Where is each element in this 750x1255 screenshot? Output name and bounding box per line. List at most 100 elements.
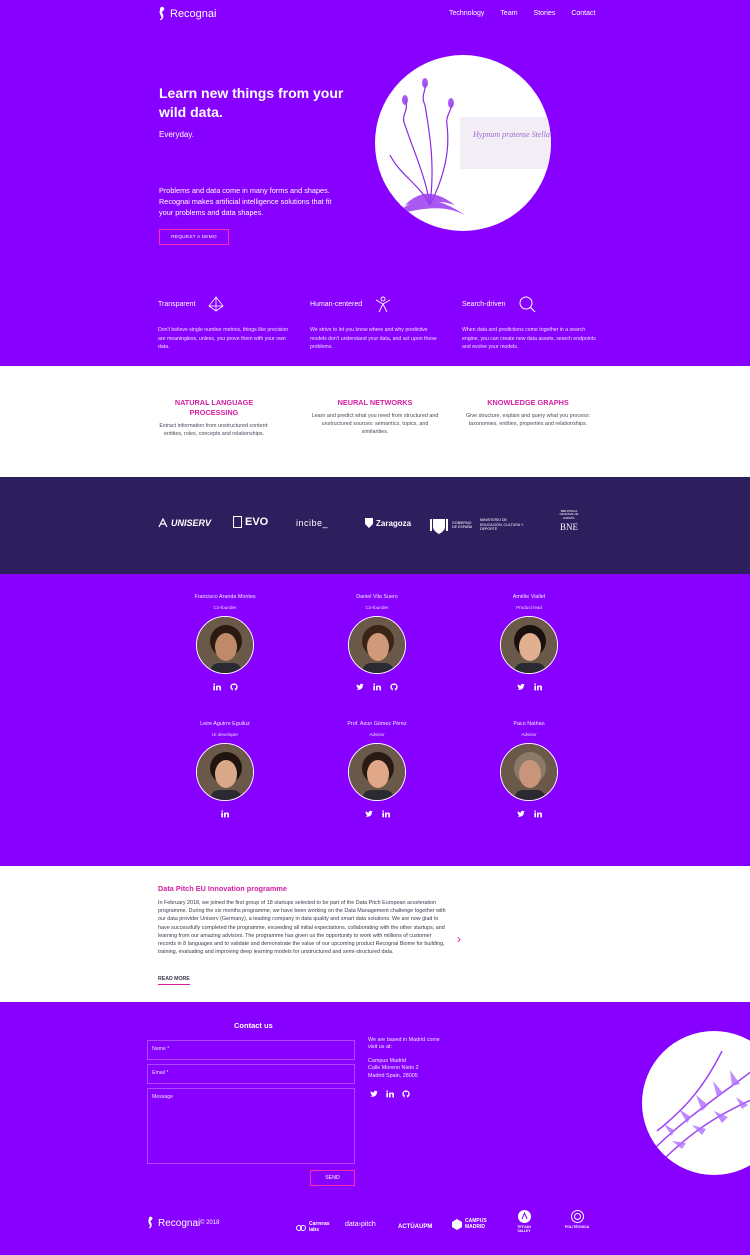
email-field[interactable]: Email * <box>147 1064 355 1084</box>
sponsor-actuaupm[interactable]: ACTÚAUPM <box>398 1224 432 1230</box>
feature-text: When data and predictions come together … <box>462 327 596 350</box>
member-name: Daniel Vila Suero <box>356 594 398 600</box>
uniserv-logo-icon <box>158 518 168 528</box>
zaragoza-shield-icon <box>365 518 373 528</box>
feature-text: Don't believe single number metrics, thi… <box>158 327 289 350</box>
copyright: © 2018 <box>200 1220 220 1226</box>
tech-nlp: NATURAL LANGUAGE PROCESSING Extract info… <box>150 398 278 438</box>
member-role: Advisor <box>369 732 385 737</box>
member-name: Leire Aguirre Eguiluz <box>200 721 250 727</box>
tech-title: NEURAL NETWORKS <box>337 398 413 407</box>
search-icon <box>519 296 536 313</box>
sponsor-campus-madrid[interactable]: CAMPUS MADRID <box>452 1218 495 1231</box>
feature-title: Human-centered <box>310 300 363 308</box>
member-role: Advisor <box>521 732 537 737</box>
send-button[interactable]: SEND <box>310 1170 355 1186</box>
next-arrow-icon[interactable]: › <box>457 932 461 946</box>
news-title[interactable]: Data Pitch EU Innovation programme <box>158 884 287 893</box>
avatar <box>348 743 406 801</box>
evo-logo-icon <box>233 516 242 528</box>
member-name: Paco Nathan <box>513 721 545 727</box>
politecnica-seal-icon <box>570 1210 584 1223</box>
twitter-icon[interactable] <box>516 683 525 691</box>
member-name: Amélie Viallet <box>512 594 546 600</box>
nav-technology[interactable]: Technology <box>449 10 484 17</box>
member-socials <box>312 682 442 692</box>
nav-team[interactable]: Team <box>500 10 517 17</box>
name-field[interactable]: Name * <box>147 1040 355 1060</box>
feature-title: Transparent <box>158 300 196 308</box>
github-icon[interactable] <box>229 683 238 691</box>
avatar <box>500 616 558 674</box>
hero-title: Learn new things from your wild data. <box>159 85 344 120</box>
tech-title: KNOWLEDGE GRAPHS <box>487 398 569 407</box>
tech-neural-networks: NEURAL NETWORKS Learn and predict what y… <box>311 398 439 437</box>
member-socials <box>464 809 594 819</box>
footer-brand[interactable]: Recognai <box>147 1216 200 1230</box>
sponsor-carreras[interactable]: Carreras labs <box>296 1221 333 1233</box>
partner-bne[interactable]: BIBLIOTECA NACIONAL DE ESPAÑA BNE <box>555 509 583 532</box>
news-text: In February 2018, we joined the first gr… <box>158 900 446 956</box>
partner-incibe[interactable]: incibe_ <box>296 518 328 528</box>
member-role: Co-founder <box>365 605 389 610</box>
twitter-icon[interactable] <box>516 810 525 818</box>
linkedin-icon[interactable] <box>221 810 229 818</box>
sponsor-tetuan-valley[interactable]: TETUAN VALLEY <box>514 1210 534 1233</box>
address-line: Calle Moreno Nieto 2 <box>368 1065 419 1072</box>
linkedin-icon[interactable] <box>386 1090 394 1098</box>
github-icon[interactable] <box>402 1090 410 1098</box>
address-intro: We are based in Madrid come visit us at: <box>368 1037 440 1051</box>
sponsor-politecnica[interactable]: POLITÉCNICA <box>562 1210 592 1229</box>
read-more-link[interactable]: READ MORE <box>158 976 190 985</box>
sponsor-datapitch[interactable]: data›pitch <box>345 1221 376 1228</box>
feature-title: Search-driven <box>462 300 506 308</box>
avatar <box>500 743 558 801</box>
twitter-icon[interactable] <box>356 683 364 691</box>
partner-ministerio[interactable]: GOBIERNO DE ESPAÑA MINISTERIO DE EDUCACI… <box>430 515 528 535</box>
feature-human-centered: Human-centered We strive to let you know… <box>310 294 445 352</box>
twitter-icon[interactable] <box>370 1090 378 1098</box>
hero-subtitle: Everyday. <box>159 130 194 139</box>
team-member: Paco Nathan Advisor <box>464 721 594 819</box>
partner-evo[interactable]: EVO <box>233 516 268 528</box>
campus-hex-icon <box>452 1219 462 1231</box>
avatar <box>196 616 254 674</box>
linkedin-icon[interactable] <box>533 683 542 691</box>
tech-text: Learn and predict what you need from str… <box>311 413 439 436</box>
request-demo-button[interactable]: REQUEST A DEMO <box>159 229 229 245</box>
linkedin-icon[interactable] <box>212 683 221 691</box>
brand-logo[interactable]: Recognai <box>158 6 216 22</box>
partner-uniserv[interactable]: UNISERV <box>158 518 211 528</box>
team-member: Amélie Viallet Product lead <box>464 594 594 692</box>
seahorse-icon <box>159 6 165 21</box>
team-member: Francisco Aranda Montes Co-founder <box>160 594 290 692</box>
chain-icon <box>296 1224 306 1231</box>
linkedin-icon[interactable] <box>381 810 390 818</box>
feature-search-driven: Search-driven When data and predictions … <box>462 294 597 352</box>
tech-title: NATURAL LANGUAGE PROCESSING <box>174 398 254 417</box>
member-role: UI developer <box>211 732 239 737</box>
feature-text: We strive to let you know where and why … <box>310 327 437 350</box>
spain-coat-of-arms-icon <box>430 519 448 534</box>
member-socials <box>464 682 594 692</box>
nav-contact[interactable]: Contact <box>571 10 595 17</box>
herbarium-label: Hypnum pratense Stellatum <box>472 130 551 139</box>
team-member: Prof. Asun Gómez Pérez Advisor <box>312 721 442 819</box>
hero-image: Hypnum pratense Stellatum <box>375 55 551 231</box>
github-icon[interactable] <box>390 683 398 691</box>
nav-stories[interactable]: Stories <box>534 10 556 17</box>
linkedin-icon[interactable] <box>533 810 542 818</box>
contact-title: Contact us <box>234 1021 273 1030</box>
address-line: Campus Madrid <box>368 1057 407 1064</box>
team-member: Daniel Vila Suero Co-founder <box>312 594 442 692</box>
tech-text: Give structure, explain and query what y… <box>465 413 591 428</box>
linkedin-icon[interactable] <box>373 683 381 691</box>
member-socials <box>160 682 290 692</box>
brand-name: Recognai <box>170 8 217 20</box>
message-field[interactable]: Message <box>147 1088 355 1164</box>
twitter-icon[interactable] <box>364 810 373 818</box>
member-role: Co-founder <box>213 605 237 610</box>
avatar <box>348 616 406 674</box>
partner-zaragoza[interactable]: Zaragoza <box>365 518 411 528</box>
member-socials <box>312 809 442 819</box>
